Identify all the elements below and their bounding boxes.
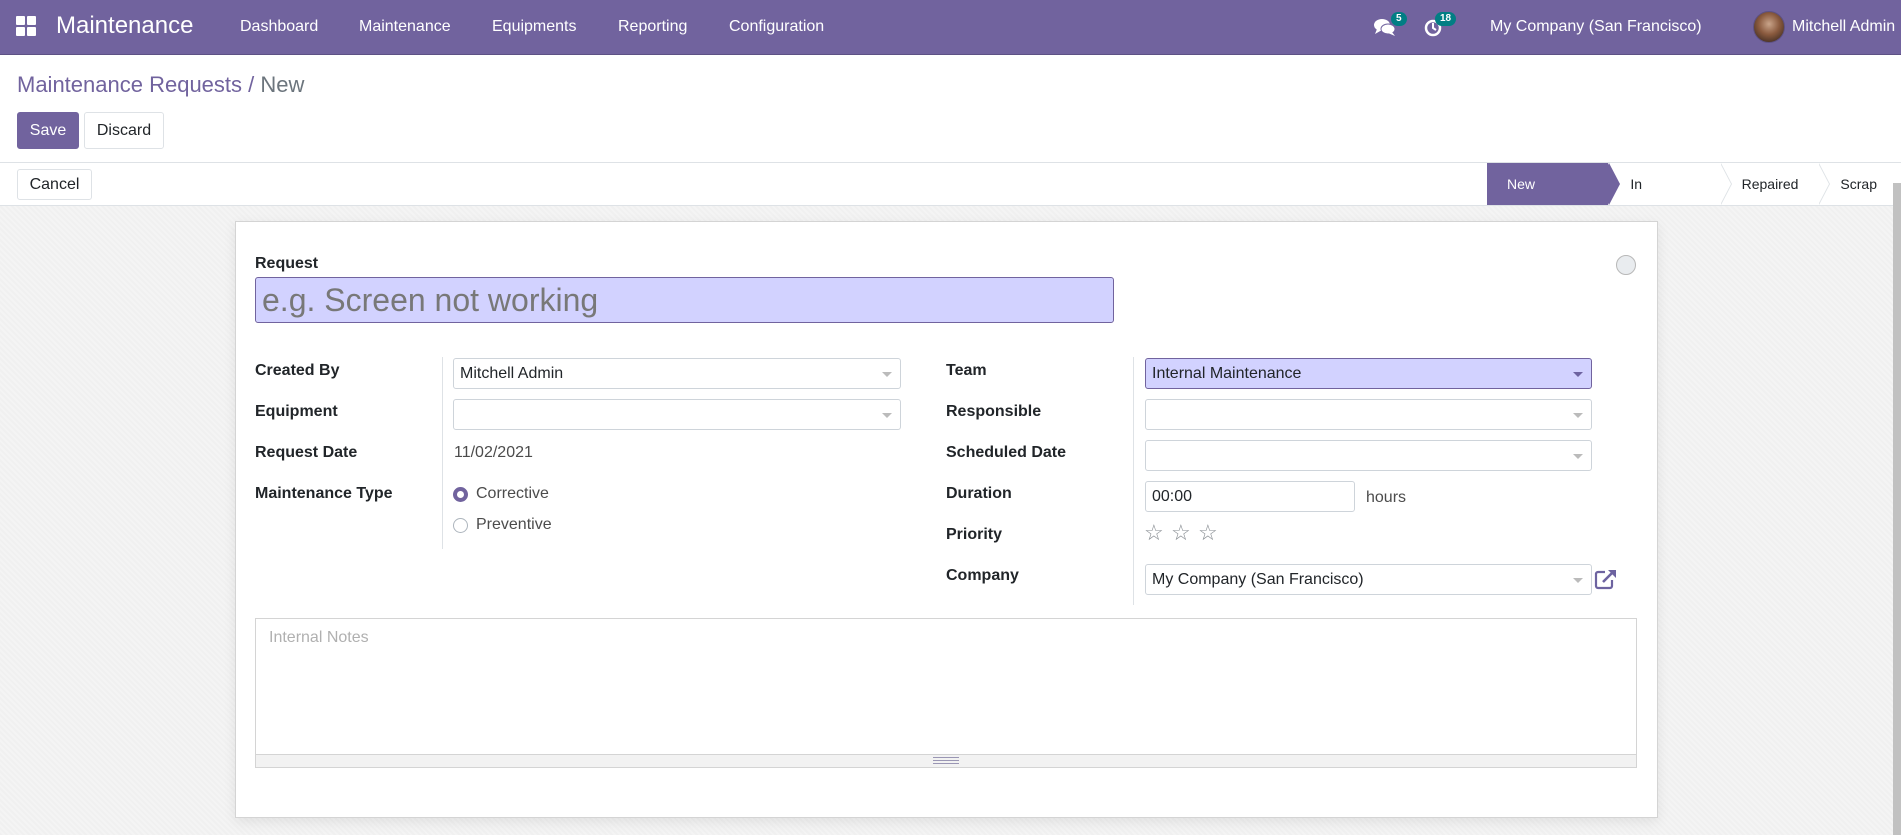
stage-label: Scrap: [1840, 176, 1877, 192]
created-by-value: Mitchell Admin: [460, 365, 564, 382]
app-name[interactable]: Maintenance: [56, 12, 193, 40]
left-group-divider: [442, 357, 443, 549]
menu-configuration[interactable]: Configuration: [729, 18, 824, 36]
top-navbar: Maintenance Dashboard Maintenance Equipm…: [0, 0, 1901, 55]
dropdown-caret-icon: [882, 372, 892, 377]
team-value: Internal Maintenance: [1152, 365, 1302, 382]
menu-equipments[interactable]: Equipments: [492, 18, 577, 36]
team-field[interactable]: Internal Maintenance: [1145, 358, 1592, 389]
dropdown-caret-icon: [1573, 454, 1583, 459]
company-value: My Company (San Francisco): [1152, 571, 1364, 588]
request-label: Request: [255, 255, 319, 272]
dropdown-caret-icon: [1573, 578, 1583, 583]
priority-star-1-icon[interactable]: ☆: [1144, 522, 1164, 544]
responsible-label: Responsible: [946, 403, 1042, 420]
internal-notes-placeholder: Internal Notes: [269, 629, 369, 646]
equipment-field[interactable]: [453, 399, 901, 430]
corrective-radio[interactable]: [453, 487, 468, 502]
request-title-input[interactable]: [255, 277, 1114, 323]
company-switcher[interactable]: My Company (San Francisco): [1490, 18, 1702, 36]
priority-label: Priority: [946, 526, 1003, 543]
messages-count-badge: 5: [1391, 12, 1407, 26]
external-link-icon[interactable]: [1594, 568, 1618, 590]
dropdown-caret-icon: [882, 413, 892, 418]
duration-input[interactable]: 00:00: [1145, 481, 1355, 512]
kanban-state-indicator[interactable]: [1616, 255, 1636, 275]
preventive-option-label[interactable]: Preventive: [476, 516, 552, 534]
breadcrumb: Maintenance Requests / New: [17, 72, 304, 98]
stage-label: Repaired: [1741, 176, 1799, 192]
company-label: Company: [946, 567, 1019, 584]
scheduled-date-field[interactable]: [1145, 440, 1592, 471]
dropdown-caret-icon: [1573, 413, 1583, 418]
menu-maintenance[interactable]: Maintenance: [359, 18, 451, 36]
breadcrumb-current: New: [260, 72, 305, 97]
priority-star-2-icon[interactable]: ☆: [1171, 522, 1191, 544]
stage-new-request[interactable]: New Request: [1487, 163, 1621, 234]
duration-label: Duration: [946, 485, 1012, 502]
stage-repaired[interactable]: Repaired: [1719, 163, 1831, 205]
stage-in-progress[interactable]: In Progress: [1608, 163, 1732, 234]
company-field[interactable]: My Company (San Francisco): [1145, 564, 1592, 595]
save-button[interactable]: Save: [17, 112, 79, 149]
stage-scrap[interactable]: Scrap: [1818, 163, 1901, 205]
equipment-label: Equipment: [255, 403, 338, 420]
activities-count-badge: 18: [1435, 12, 1457, 26]
responsible-field[interactable]: [1145, 399, 1592, 430]
team-label: Team: [946, 362, 987, 379]
user-menu[interactable]: Mitchell Admin: [1792, 18, 1895, 36]
scheduled-date-label: Scheduled Date: [946, 444, 1067, 461]
right-group-divider: [1133, 357, 1134, 605]
app-switcher-icon[interactable]: [16, 16, 36, 36]
notes-resize-handle[interactable]: [256, 754, 1636, 767]
grip-icon: [933, 757, 959, 765]
cancel-button[interactable]: Cancel: [17, 169, 92, 200]
corrective-option-label[interactable]: Corrective: [476, 485, 549, 503]
dropdown-caret-icon: [1573, 372, 1583, 377]
created-by-field[interactable]: Mitchell Admin: [453, 358, 901, 389]
maintenance-type-label: Maintenance Type: [255, 485, 393, 502]
request-date-value: 11/02/2021: [454, 444, 533, 461]
user-avatar[interactable]: [1753, 11, 1785, 43]
created-by-label: Created By: [255, 362, 340, 379]
menu-reporting[interactable]: Reporting: [618, 18, 687, 36]
duration-unit: hours: [1366, 489, 1407, 506]
preventive-radio[interactable]: [453, 518, 468, 533]
discard-button[interactable]: Discard: [84, 112, 164, 149]
breadcrumb-separator: /: [248, 72, 255, 97]
request-date-label: Request Date: [255, 444, 358, 461]
status-pipeline: New Request In Progress Repaired Scrap: [1487, 163, 1901, 234]
page-scrollbar[interactable]: [1893, 183, 1901, 835]
priority-star-3-icon[interactable]: ☆: [1198, 522, 1218, 544]
breadcrumb-parent[interactable]: Maintenance Requests: [17, 72, 242, 97]
menu-dashboard[interactable]: Dashboard: [240, 18, 318, 36]
internal-notes-editor[interactable]: Internal Notes: [255, 618, 1637, 768]
form-statusbar: Cancel New Request In Progress Repaired …: [0, 162, 1901, 234]
